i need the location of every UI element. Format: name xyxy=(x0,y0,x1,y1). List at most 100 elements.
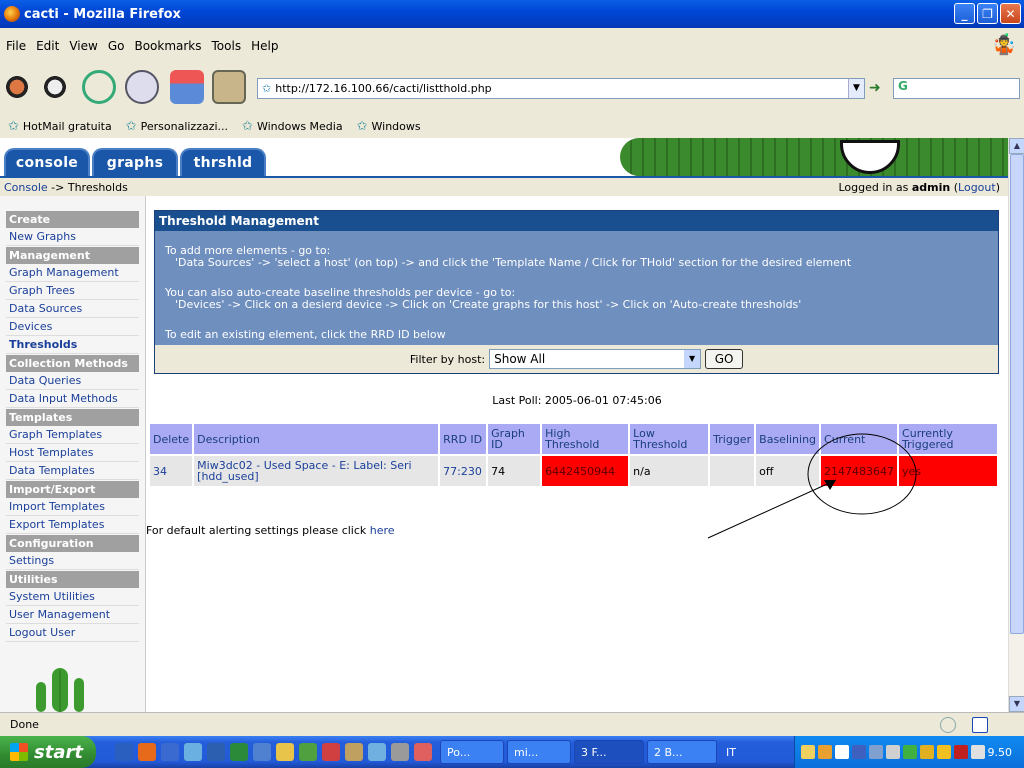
scroll-down-icon[interactable]: ▼ xyxy=(1009,696,1024,712)
sidebar-item[interactable]: Data Queries xyxy=(6,372,139,390)
vertical-scrollbar[interactable]: ▲ ▼ xyxy=(1008,138,1024,712)
taskbar-button[interactable]: Po... xyxy=(440,740,504,764)
sidebar-item[interactable]: User Management xyxy=(6,606,139,624)
sidebar-item[interactable]: Graph Management xyxy=(6,264,139,282)
column-header[interactable]: Currently Triggered xyxy=(899,424,998,454)
sidebar-item[interactable]: Settings xyxy=(6,552,139,570)
app-icon[interactable] xyxy=(345,743,363,761)
scroll-thumb[interactable] xyxy=(1010,154,1024,634)
column-header[interactable]: Description xyxy=(194,424,439,454)
sidebar-item[interactable]: System Utilities xyxy=(6,588,139,606)
tab-thrshld[interactable]: thrshld xyxy=(180,148,266,176)
window-icon[interactable] xyxy=(972,717,988,733)
go-button[interactable]: GO xyxy=(705,349,744,369)
sidebar-item[interactable]: Graph Templates xyxy=(6,426,139,444)
host-filter-select[interactable]: Show All ▼ xyxy=(489,349,702,369)
taskbar-button[interactable]: 2 B... xyxy=(647,740,717,764)
tray-icon[interactable] xyxy=(886,745,900,759)
sidebar-item[interactable]: Host Templates xyxy=(6,444,139,462)
menu-view[interactable]: View xyxy=(69,39,97,53)
bookmark-item[interactable]: ✩ Windows Media xyxy=(242,119,343,134)
url-bar[interactable]: ✩ http://172.16.100.66/cacti/listthold.p… xyxy=(257,78,865,99)
rrd-id-link[interactable]: 77:230 xyxy=(443,465,482,478)
bookmark-item[interactable]: ✩ Windows xyxy=(357,119,421,134)
start-button[interactable]: start xyxy=(0,736,96,768)
menu-file[interactable]: File xyxy=(6,39,26,53)
tray-icon[interactable] xyxy=(835,745,849,759)
column-header[interactable]: RRD ID xyxy=(440,424,487,454)
column-header[interactable]: Graph ID xyxy=(488,424,541,454)
forward-icon[interactable] xyxy=(38,70,72,104)
url-dropdown-icon[interactable]: ▼ xyxy=(848,79,864,98)
menu-edit[interactable]: Edit xyxy=(36,39,59,53)
sidebar-item[interactable]: Data Input Methods xyxy=(6,390,139,408)
column-header[interactable]: Delete xyxy=(150,424,193,454)
taskbar-button[interactable]: mi... xyxy=(507,740,571,764)
menu-tools[interactable]: Tools xyxy=(212,39,242,53)
app-icon[interactable] xyxy=(391,743,409,761)
minimize-button[interactable]: _ xyxy=(954,3,975,24)
logout-link[interactable]: Logout xyxy=(958,181,996,194)
sidebar-item[interactable]: Export Templates xyxy=(6,516,139,534)
tray-icon[interactable] xyxy=(869,745,883,759)
go-arrow-icon[interactable]: ➜ xyxy=(869,80,887,98)
rrd-id-cell[interactable]: 77:230 xyxy=(440,456,487,486)
delete-link[interactable]: 34 xyxy=(153,465,167,478)
sidebar-item[interactable]: Devices xyxy=(6,318,139,336)
taskbar-button[interactable]: 3 F... xyxy=(574,740,644,764)
column-header[interactable]: Current xyxy=(821,424,898,454)
tab-console[interactable]: console xyxy=(4,148,90,176)
tray-icon[interactable] xyxy=(920,745,934,759)
reload-icon[interactable] xyxy=(82,70,116,104)
clock-icon[interactable] xyxy=(276,743,294,761)
app-icon[interactable] xyxy=(414,743,432,761)
stop-icon[interactable] xyxy=(125,70,159,104)
mail-icon[interactable] xyxy=(801,745,815,759)
column-header[interactable]: High Threshold xyxy=(542,424,629,454)
column-header[interactable]: Baselining xyxy=(756,424,820,454)
word-icon[interactable] xyxy=(207,743,225,761)
app-icon[interactable] xyxy=(299,743,317,761)
back-icon[interactable] xyxy=(0,70,34,104)
scroll-icon[interactable] xyxy=(212,70,246,104)
breadcrumb-console-link[interactable]: Console xyxy=(4,181,48,194)
app-icon[interactable] xyxy=(184,743,202,761)
search-bar[interactable]: G xyxy=(893,78,1020,99)
menu-bookmarks[interactable]: Bookmarks xyxy=(134,39,201,53)
app-icon[interactable] xyxy=(368,743,386,761)
description-link[interactable]: Miw3dc02 - Used Space - E: Label: Seri [h… xyxy=(197,459,411,483)
sidebar-item[interactable]: Import Templates xyxy=(6,498,139,516)
menu-go[interactable]: Go xyxy=(108,39,125,53)
language-indicator[interactable]: IT xyxy=(720,740,756,764)
app-icon[interactable] xyxy=(161,743,179,761)
tray-icon[interactable] xyxy=(903,745,917,759)
sidebar-item[interactable]: Data Sources xyxy=(6,300,139,318)
sidebar-item[interactable]: Thresholds xyxy=(6,336,139,354)
lock-icon[interactable] xyxy=(937,745,951,759)
tray-icon[interactable] xyxy=(818,745,832,759)
tray-icon[interactable] xyxy=(852,745,866,759)
restore-button[interactable]: ❐ xyxy=(977,3,998,24)
sidebar-item[interactable]: Graph Trees xyxy=(6,282,139,300)
ie-icon[interactable] xyxy=(115,743,133,761)
bookmark-item[interactable]: ✩ Personalizzazi... xyxy=(126,119,228,134)
menu-help[interactable]: Help xyxy=(251,39,278,53)
excel-icon[interactable] xyxy=(230,743,248,761)
close-button[interactable]: ✕ xyxy=(1000,3,1021,24)
here-link[interactable]: here xyxy=(370,524,395,537)
app-icon[interactable] xyxy=(253,743,271,761)
sidebar-item[interactable]: Data Templates xyxy=(6,462,139,480)
home-icon[interactable] xyxy=(170,70,204,104)
sidebar-item[interactable]: Logout User xyxy=(6,624,139,642)
volume-icon[interactable] xyxy=(971,745,985,759)
delete-cell[interactable]: 34 xyxy=(150,456,193,486)
column-header[interactable]: Low Threshold xyxy=(630,424,709,454)
antivirus-icon[interactable] xyxy=(954,745,968,759)
column-header[interactable]: Trigger xyxy=(710,424,755,454)
info-icon[interactable] xyxy=(940,717,956,733)
scroll-up-icon[interactable]: ▲ xyxy=(1009,138,1024,154)
firefox-quicklaunch-icon[interactable] xyxy=(138,743,156,761)
bookmark-item[interactable]: ✩ HotMail gratuita xyxy=(8,119,112,134)
tab-graphs[interactable]: graphs xyxy=(92,148,178,176)
sidebar-item[interactable]: New Graphs xyxy=(6,228,139,246)
